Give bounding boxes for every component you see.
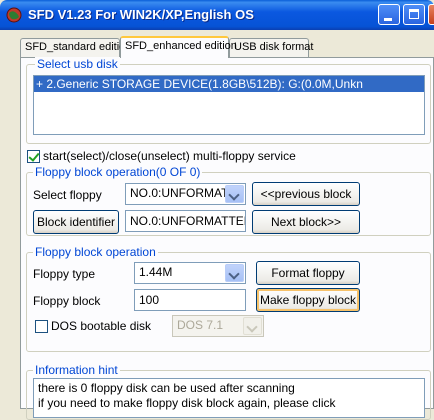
floppy-block-input[interactable]: 100 <box>134 289 246 311</box>
next-block-button[interactable]: Next block>> <box>252 210 360 234</box>
tab-enhanced-edition[interactable]: SFD_enhanced edition <box>120 36 237 58</box>
checkmark-icon <box>28 150 40 162</box>
tab-usb-disk-format[interactable]: USB disk format <box>229 38 313 57</box>
block-identifier-button[interactable]: Block identifier <box>33 210 119 234</box>
previous-block-button[interactable]: <<previous block <box>252 182 360 206</box>
dos-version-dropdown[interactable]: DOS 7.1 <box>172 315 264 337</box>
usb-disk-group-title: Select usb disk <box>35 57 120 71</box>
chevron-down-icon[interactable] <box>225 264 244 282</box>
globe-icon <box>6 7 22 23</box>
floppy-operation-group-title: Floppy block operation <box>33 245 158 259</box>
block-identifier-field[interactable]: NO.0:UNFORMATTED <box>125 210 246 232</box>
window-title: SFD V1.23 For WIN2K/XP,English OS <box>28 7 254 22</box>
multi-floppy-checkbox[interactable] <box>27 150 40 163</box>
tab-standard-edition[interactable]: SFD_standard edition <box>20 38 131 57</box>
dos-bootable-label: DOS bootable disk <box>51 319 152 333</box>
dos-bootable-checkbox[interactable] <box>35 320 48 333</box>
floppy-type-value: 1.44M <box>139 265 173 279</box>
information-hint-group-title: Information hint <box>33 363 120 377</box>
minimize-button[interactable] <box>378 4 400 25</box>
information-hint-text: there is 0 floppy disk can be used after… <box>33 378 425 418</box>
floppy-type-label: Floppy type <box>33 267 96 281</box>
format-floppy-button[interactable]: Format floppy <box>256 261 360 285</box>
usb-disk-list[interactable]: + 2.Generic STORAGE DEVICE(1.8GB\512B): … <box>33 75 425 135</box>
multi-floppy-label: start(select)/close(unselect) multi-flop… <box>43 149 296 163</box>
chevron-down-icon[interactable] <box>225 185 244 203</box>
make-floppy-block-button[interactable]: Make floppy block <box>256 288 360 312</box>
close-button[interactable]: ✕ <box>428 4 434 25</box>
floppy-block-label: Floppy block <box>33 294 101 308</box>
select-floppy-dropdown[interactable]: NO.0:UNFORMATT <box>125 183 246 205</box>
minimize-icon <box>384 18 392 21</box>
select-floppy-label: Select floppy <box>33 188 102 202</box>
select-floppy-value: NO.0:UNFORMATT <box>130 186 230 200</box>
chevron-down-icon <box>243 317 262 335</box>
block-navigation-group-title: Floppy block operation(0 OF 0) <box>33 165 203 179</box>
maximize-icon <box>409 9 419 19</box>
dos-version-value: DOS 7.1 <box>177 318 224 332</box>
floppy-type-dropdown[interactable]: 1.44M <box>134 262 246 284</box>
maximize-button[interactable] <box>403 4 425 25</box>
hint-line: there is 0 floppy disk can be used after… <box>38 381 295 395</box>
list-item[interactable]: + 2.Generic STORAGE DEVICE(1.8GB\512B): … <box>34 76 424 92</box>
